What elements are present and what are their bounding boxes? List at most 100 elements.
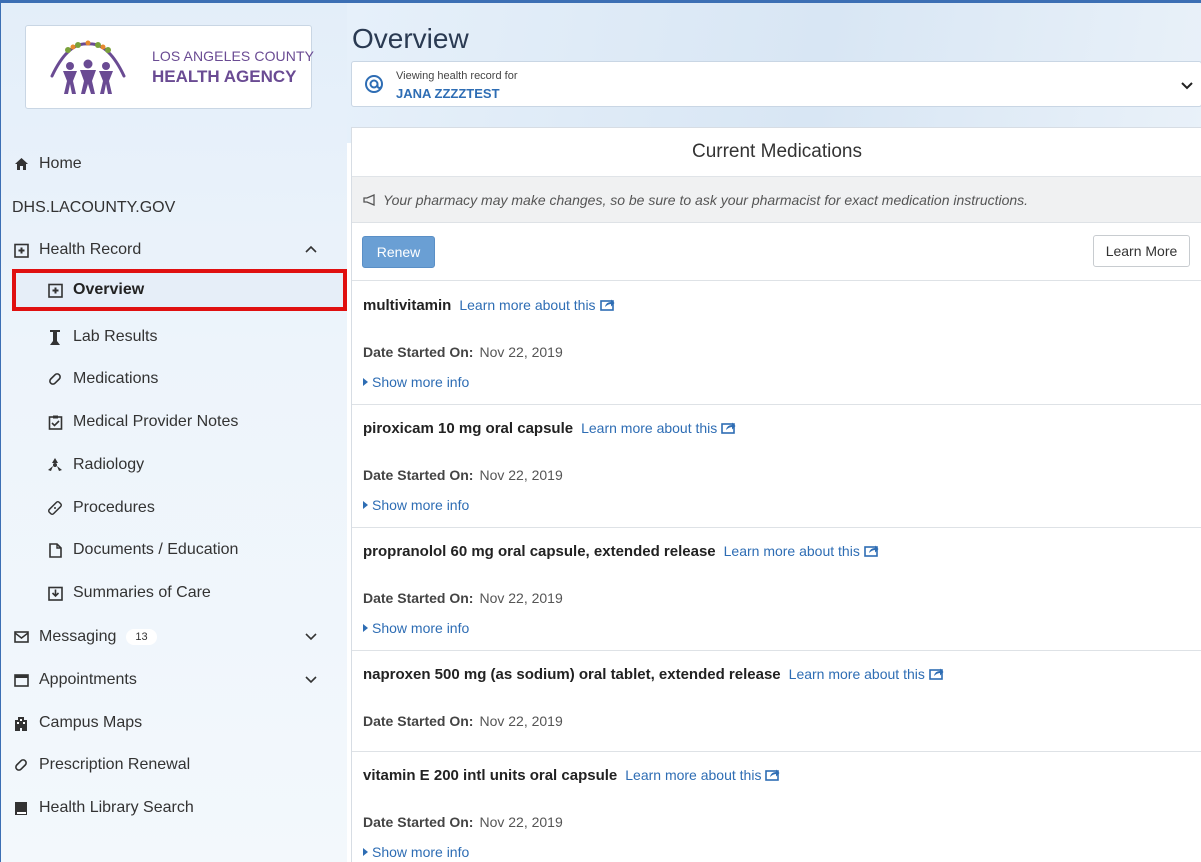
pill-icon bbox=[46, 370, 64, 388]
page-title: Overview bbox=[352, 23, 469, 54]
chevron-down-icon[interactable] bbox=[1180, 78, 1194, 92]
overview-icon bbox=[46, 281, 64, 299]
chevron-up-icon[interactable] bbox=[304, 242, 318, 256]
nav-procedures[interactable]: Procedures bbox=[1, 491, 347, 525]
nav-messaging-label: Messaging bbox=[39, 628, 117, 645]
show-more-info-link[interactable]: Show more info bbox=[363, 497, 469, 513]
nav-lab-results[interactable]: Lab Results bbox=[1, 320, 347, 354]
agency-logo[interactable]: LOS ANGELES COUNTY HEALTH AGENCY bbox=[25, 25, 315, 109]
nav-health-record[interactable]: Health Record bbox=[1, 233, 347, 267]
nav-documents[interactable]: Documents / Education bbox=[1, 533, 347, 567]
chevron-down-icon[interactable] bbox=[304, 629, 318, 643]
learn-more-button[interactable]: Learn More bbox=[1093, 235, 1190, 267]
external-link-icon bbox=[929, 668, 944, 680]
nav-documents-label: Documents / Education bbox=[73, 541, 239, 558]
patient-name: JANA ZZZZTEST bbox=[396, 86, 500, 101]
medication-item: vitamin E 200 intl units oral capsule Lea… bbox=[352, 752, 1201, 862]
medication-name: vitamin E 200 intl units oral capsule bbox=[363, 767, 618, 784]
medication-name: multivitamin bbox=[363, 297, 452, 314]
external-link-icon bbox=[864, 545, 879, 557]
medication-item: multivitamin Learn more about this Date S… bbox=[352, 282, 1201, 405]
pharmacy-notice-text: Your pharmacy may make changes, so be su… bbox=[383, 191, 1029, 208]
logo-text-agency: HEALTH AGENCY bbox=[152, 67, 297, 86]
viewing-label: Viewing health record for bbox=[396, 70, 518, 82]
caret-right-icon bbox=[363, 848, 368, 856]
nav-summaries-label: Summaries of Care bbox=[73, 584, 211, 601]
home-icon bbox=[12, 155, 30, 173]
medication-item: propranolol 60 mg oral capsule, extended… bbox=[352, 528, 1201, 651]
chevron-down-icon[interactable] bbox=[304, 672, 318, 686]
caret-right-icon bbox=[363, 501, 368, 509]
date-started: Date Started On: Nov 22, 2019 bbox=[363, 713, 563, 729]
nav-provider-notes-label: Medical Provider Notes bbox=[73, 413, 239, 430]
calendar-icon bbox=[12, 671, 30, 689]
medication-item: naproxen 500 mg (as sodium) oral tablet,… bbox=[352, 651, 1201, 752]
medication-item: piroxicam 10 mg oral capsule Learn more a… bbox=[352, 405, 1201, 528]
nav-appointments[interactable]: Appointments bbox=[1, 663, 347, 697]
card-toolbar: Renew Learn More bbox=[352, 223, 1201, 281]
nav-home-label: Home bbox=[39, 155, 82, 172]
nav-health-library[interactable]: Health Library Search bbox=[1, 791, 347, 825]
pharmacy-notice: Your pharmacy may make changes, so be su… bbox=[352, 177, 1201, 223]
caret-right-icon bbox=[363, 624, 368, 632]
logo-figures-icon bbox=[50, 40, 126, 94]
nav-health-record-label: Health Record bbox=[39, 241, 142, 258]
nav-dhs-link[interactable]: DHS.LACOUNTY.GOV bbox=[1, 191, 347, 225]
nav-overview[interactable]: Overview bbox=[12, 269, 347, 311]
logo-text-county: LOS ANGELES COUNTY bbox=[152, 48, 315, 64]
download-box-icon bbox=[46, 584, 64, 602]
nav-prescription-renewal[interactable]: Prescription Renewal bbox=[1, 748, 347, 782]
learn-more-link[interactable]: Learn more about this bbox=[724, 543, 879, 559]
show-more-info-link[interactable]: Show more info bbox=[363, 844, 469, 860]
nav-prescription-renewal-label: Prescription Renewal bbox=[39, 756, 191, 773]
nav-appointments-label: Appointments bbox=[39, 671, 137, 688]
patient-selector[interactable]: Viewing health record for JANA ZZZZTEST bbox=[351, 61, 1201, 107]
nav-radiology[interactable]: Radiology bbox=[1, 448, 347, 482]
nav-dhs-label: DHS.LACOUNTY.GOV bbox=[12, 199, 176, 216]
external-link-icon bbox=[721, 422, 736, 434]
pill-icon bbox=[12, 756, 30, 774]
nav-procedures-label: Procedures bbox=[73, 499, 155, 516]
nav-campus-maps-label: Campus Maps bbox=[39, 714, 143, 731]
caret-right-icon bbox=[363, 378, 368, 386]
at-sign-icon bbox=[365, 75, 383, 93]
unread-count-badge: 13 bbox=[126, 629, 157, 645]
main-content: Overview Viewing health record for JANA … bbox=[347, 3, 1201, 862]
radiology-icon bbox=[46, 456, 64, 474]
date-started: Date Started On: Nov 22, 2019 bbox=[363, 590, 563, 606]
date-started: Date Started On: Nov 22, 2019 bbox=[363, 814, 563, 830]
bandage-icon bbox=[46, 499, 64, 517]
nav-medications[interactable]: Medications bbox=[1, 362, 347, 396]
nav-home[interactable]: Home bbox=[1, 147, 347, 181]
date-started: Date Started On: Nov 22, 2019 bbox=[363, 467, 563, 483]
nav-medications-label: Medications bbox=[73, 370, 159, 387]
medication-name: piroxicam 10 mg oral capsule bbox=[363, 420, 574, 437]
health-record-icon bbox=[12, 241, 30, 259]
nav-health-library-label: Health Library Search bbox=[39, 799, 194, 816]
external-link-icon bbox=[599, 299, 615, 311]
nav-lab-results-label: Lab Results bbox=[73, 328, 158, 345]
book-icon bbox=[12, 799, 30, 817]
nav-summaries[interactable]: Summaries of Care bbox=[1, 576, 347, 610]
sidebar: LOS ANGELES COUNTY HEALTH AGENCY Home DH… bbox=[1, 3, 347, 862]
nav-provider-notes[interactable]: Medical Provider Notes bbox=[1, 405, 347, 439]
card-title: Current Medications bbox=[352, 128, 1201, 177]
document-icon bbox=[46, 541, 64, 559]
show-more-info-link[interactable]: Show more info bbox=[363, 374, 469, 390]
nav-overview-label: Overview bbox=[73, 281, 145, 298]
app-frame: LOS ANGELES COUNTY HEALTH AGENCY Home DH… bbox=[0, 0, 1201, 862]
external-link-icon bbox=[765, 769, 780, 781]
learn-more-link[interactable]: Learn more about this bbox=[625, 767, 780, 783]
megaphone-icon bbox=[363, 193, 375, 206]
show-more-info-link[interactable]: Show more info bbox=[363, 620, 469, 636]
learn-more-link[interactable]: Learn more about this bbox=[581, 420, 736, 436]
nav-messaging[interactable]: Messaging 13 bbox=[1, 620, 347, 654]
renew-button[interactable]: Renew bbox=[362, 236, 435, 268]
envelope-icon bbox=[12, 628, 30, 646]
learn-more-link[interactable]: Learn more about this bbox=[789, 666, 944, 682]
building-icon bbox=[12, 714, 30, 732]
nav-radiology-label: Radiology bbox=[73, 456, 145, 473]
flask-icon bbox=[46, 328, 64, 346]
nav-campus-maps[interactable]: Campus Maps bbox=[1, 706, 347, 740]
learn-more-link[interactable]: Learn more about this bbox=[459, 297, 615, 313]
